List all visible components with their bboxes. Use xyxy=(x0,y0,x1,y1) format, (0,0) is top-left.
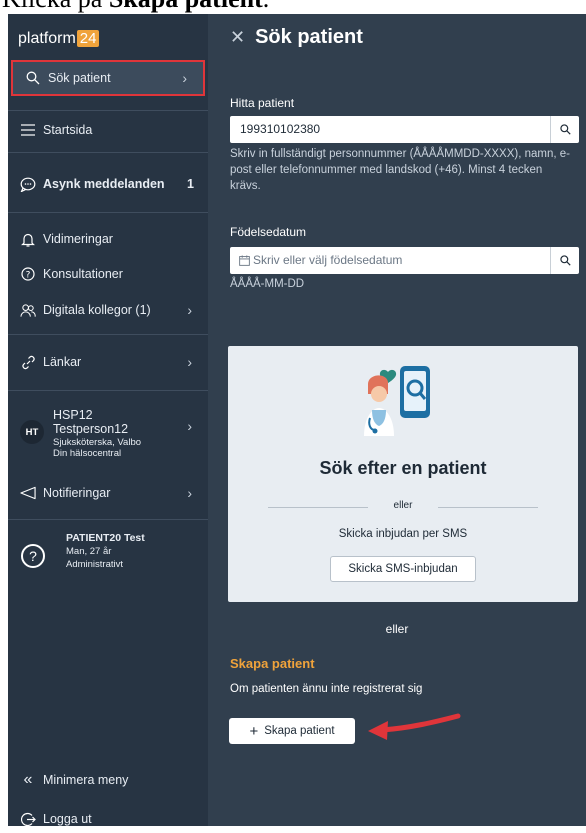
chat-icon xyxy=(20,176,36,192)
list-icon xyxy=(20,122,36,138)
patient-status: Administrativt xyxy=(66,559,124,570)
sidebar-item-lankar[interactable]: Länkar › xyxy=(8,348,208,376)
chevron-right-icon: › xyxy=(187,354,192,370)
patient-icon: ? xyxy=(21,544,45,568)
or-separator: eller xyxy=(385,622,409,636)
find-patient-help: Skriv in fullständigt personnummer (ÅÅÅÅ… xyxy=(230,148,570,192)
sms-invite-text: Skicka inbjudan per SMS xyxy=(338,528,468,540)
question-circle-icon: ? xyxy=(20,266,36,282)
page-title: ✕ Sök patient xyxy=(230,26,363,49)
minimize-menu-button[interactable]: « Minimera meny xyxy=(8,766,208,794)
user-line-1: HSP12 xyxy=(53,408,93,422)
logout-icon xyxy=(20,811,36,827)
patient-name: PATIENT20 Test xyxy=(66,532,145,544)
unread-count-badge: 1 xyxy=(187,177,194,191)
svg-text:?: ? xyxy=(26,270,31,280)
plus-icon: + xyxy=(249,722,259,740)
logo-text: platform xyxy=(18,30,76,47)
logout-button[interactable]: Logga ut xyxy=(8,805,208,833)
notification-icon xyxy=(20,485,36,501)
sidebar-item-konsultationer[interactable]: ? Konsultationer xyxy=(8,260,208,288)
find-patient-value: 199310102380 xyxy=(240,122,321,136)
sidebar-item-search-patient[interactable]: Sök patient › xyxy=(11,60,205,96)
people-icon xyxy=(20,302,36,318)
send-sms-invite-button[interactable]: Skicka SMS-inbjudan xyxy=(330,556,476,582)
sidebar-item-label: Sök patient xyxy=(48,71,111,85)
user-profile-menu[interactable]: HT HSP12 Testperson12 Sjuksköterska, Val… xyxy=(8,406,208,468)
chevron-right-icon: › xyxy=(187,418,192,434)
sidebar-item-digitala-kollegor[interactable]: Digitala kollegor (1) › xyxy=(8,296,208,324)
user-unit: Din hälsocentral xyxy=(53,448,122,459)
sidebar-item-label: Länkar xyxy=(43,355,82,369)
birthdate-label: Födelsedatum xyxy=(230,225,307,239)
doctor-phone-illustration xyxy=(364,366,430,436)
sidebar-item-label: Asynk meddelanden xyxy=(43,177,165,191)
divider xyxy=(8,152,208,153)
page-title-text: Sök patient xyxy=(255,26,363,48)
find-patient-label: Hitta patient xyxy=(230,96,295,110)
divider xyxy=(8,212,208,213)
search-icon xyxy=(25,70,41,86)
divider xyxy=(8,390,208,391)
birthdate-placeholder: Skriv eller välj födelsedatum xyxy=(239,253,402,267)
caption-bold: Skapa patient xyxy=(109,0,263,13)
search-empty-state-card: Sök efter en patient eller Skicka inbjud… xyxy=(228,346,578,602)
birthdate-input[interactable]: Skriv eller välj födelsedatum xyxy=(230,247,579,274)
birthdate-format: ÅÅÅÅ-MM-DD xyxy=(230,278,305,290)
patient-age: Man, 27 år xyxy=(66,546,112,557)
find-patient-input[interactable]: 199310102380 xyxy=(230,116,579,143)
search-icon[interactable] xyxy=(550,116,579,143)
divider xyxy=(8,110,208,111)
chevron-right-icon: › xyxy=(187,485,192,501)
avatar: HT xyxy=(20,420,44,444)
minimize-label: Minimera meny xyxy=(43,773,129,787)
chevron-right-icon: › xyxy=(187,302,192,318)
logout-label: Logga ut xyxy=(43,812,92,826)
sidebar: platform 24 Sök patient › Startsida Asynk… xyxy=(8,14,208,826)
bell-icon xyxy=(20,231,36,247)
sidebar-item-startsida[interactable]: Startsida xyxy=(8,116,208,144)
sidebar-item-label: Notifieringar xyxy=(43,486,111,500)
card-or-divider: eller xyxy=(268,500,538,514)
divider xyxy=(8,334,208,335)
create-patient-button[interactable]: + Skapa patient xyxy=(229,718,355,744)
sidebar-item-async-messages[interactable]: Asynk meddelanden 1 xyxy=(8,170,208,198)
sidebar-item-vidimeringar[interactable]: Vidimeringar xyxy=(8,225,208,253)
user-role: Sjuksköterska, Valbo xyxy=(53,437,142,448)
divider xyxy=(8,519,208,520)
chevron-right-icon: › xyxy=(182,70,187,86)
link-icon xyxy=(20,354,36,370)
active-patient[interactable]: ? PATIENT20 Test Man, 27 år Administrati… xyxy=(8,532,208,587)
create-patient-heading: Skapa patient xyxy=(230,656,315,671)
caption-suffix: . xyxy=(263,0,270,13)
calendar-icon xyxy=(239,254,250,266)
logo: platform 24 xyxy=(18,30,100,48)
double-chevron-left-icon: « xyxy=(23,771,33,788)
sidebar-item-notifieringar[interactable]: Notifieringar › xyxy=(8,479,208,507)
close-icon[interactable]: ✕ xyxy=(230,27,245,48)
caption-prefix: Klicka på xyxy=(2,0,109,13)
red-arrow-annotation xyxy=(368,713,461,740)
logo-number: 24 xyxy=(76,30,100,47)
sidebar-item-label: Startsida xyxy=(43,123,93,137)
sidebar-item-label: Vidimeringar xyxy=(43,232,113,246)
user-line-2: Testperson12 xyxy=(53,422,129,436)
sidebar-item-label: Digitala kollegor (1) xyxy=(43,303,151,317)
card-title: Sök efter en patient xyxy=(319,458,487,478)
instruction-caption: Klicka på Skapa patient. xyxy=(0,0,586,14)
create-patient-description: Om patienten ännu inte registrerat sig xyxy=(230,683,423,695)
birthdate-placeholder-text: Skriv eller välj födelsedatum xyxy=(253,253,403,267)
create-patient-button-label: Skapa patient xyxy=(264,725,335,737)
search-icon[interactable] xyxy=(550,247,579,274)
sidebar-item-label: Konsultationer xyxy=(43,267,123,281)
